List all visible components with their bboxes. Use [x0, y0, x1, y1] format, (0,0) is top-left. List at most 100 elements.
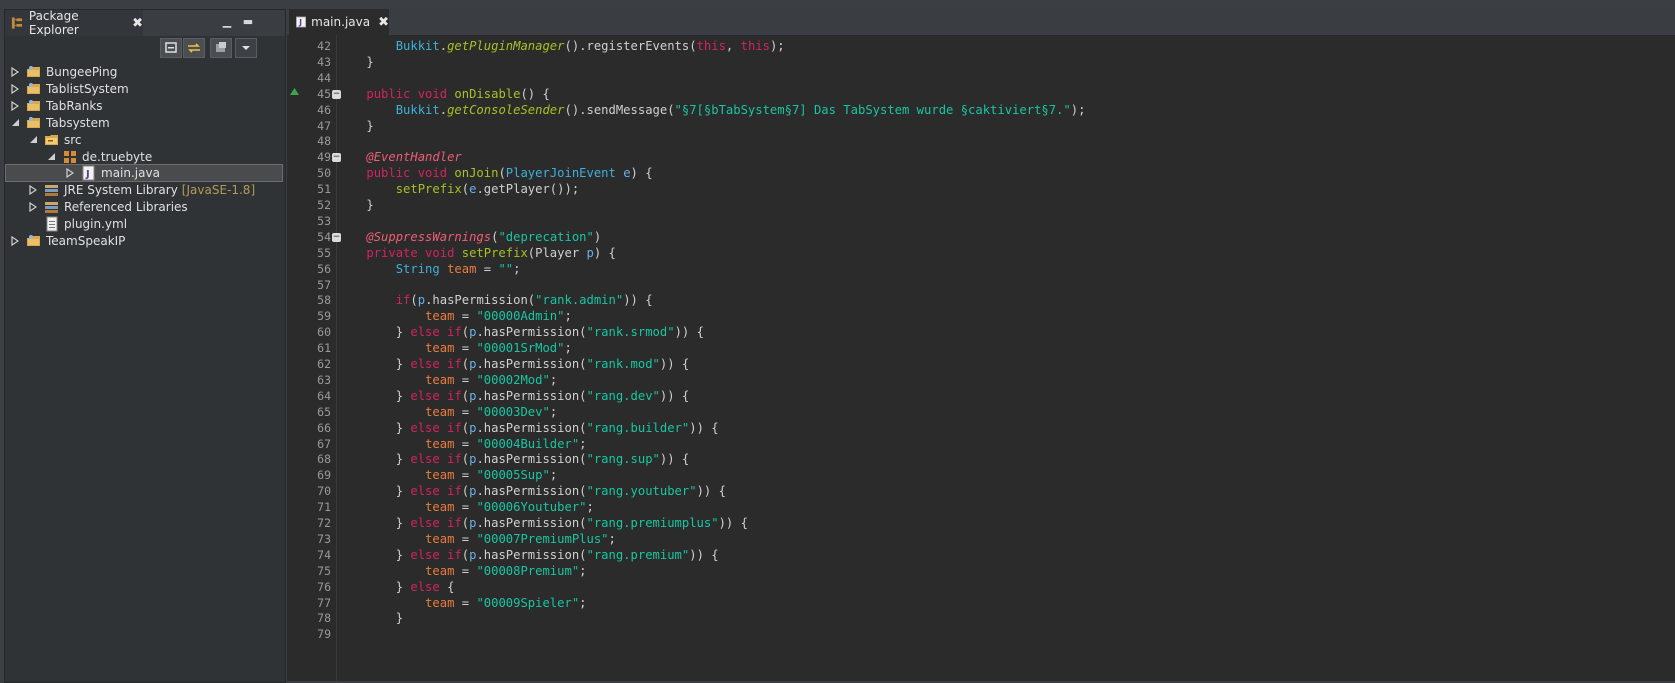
tree-item[interactable]: src — [5, 131, 306, 149]
expanded-arrow-icon[interactable] — [10, 118, 20, 128]
line-number: 64 — [317, 388, 331, 403]
line-number: 51 — [317, 182, 331, 197]
tab-main-java[interactable]: J main.java ✖ — [289, 9, 389, 35]
code-line: } else if(p.hasPermission("rang.premiump… — [337, 516, 748, 530]
line-number: 45 — [317, 86, 331, 101]
code-line: } else if(p.hasPermission("rang.premium"… — [337, 547, 719, 562]
project-icon — [26, 115, 46, 131]
code-line: team = "00004Builder"; — [425, 436, 587, 451]
tree-item[interactable]: TabRanks — [5, 97, 288, 115]
tree-item[interactable]: TeamSpeakIP — [5, 232, 288, 250]
line-number: 43 — [317, 54, 331, 69]
line-number: 59 — [317, 309, 331, 324]
expanded-arrow-icon[interactable] — [28, 135, 38, 145]
line-number: 72 — [317, 516, 331, 530]
chevron-down-icon — [242, 46, 250, 50]
code-line: } else { — [337, 579, 455, 594]
editor-tabbar: J main.java ✖ — [287, 9, 1675, 35]
code-line: team = "00001SrMod"; — [425, 341, 572, 356]
code-line: team = "00008Premium"; — [425, 563, 587, 578]
package-explorer-view: Package Explorer ✖ ▁ ▬ BungeePing Tablist… — [4, 9, 286, 683]
tree-item-label: BungeePing — [46, 65, 118, 79]
tab-label: Package Explorer — [28, 9, 79, 37]
line-number: 77 — [317, 595, 331, 610]
maximize-icon[interactable]: ▬ — [241, 15, 255, 29]
code-line: if(p.hasPermission("rank.admin")) { — [395, 293, 653, 308]
line-number: 79 — [317, 627, 331, 642]
code-line: Bukkit.getConsoleSender().sendMessage("§… — [395, 102, 1086, 117]
collapsed-arrow-icon[interactable] — [28, 185, 38, 196]
line-number: 52 — [317, 198, 331, 212]
line-number: 55 — [317, 245, 331, 260]
line-number: 49 — [317, 150, 331, 165]
tree-item-label: TeamSpeakIP — [46, 234, 126, 248]
line-number: 63 — [317, 372, 331, 387]
tree-item[interactable]: de.truebyte — [5, 148, 324, 166]
line-number: 47 — [317, 118, 331, 133]
tree-item[interactable]: Jmain.java — [5, 164, 283, 183]
line-number: 62 — [317, 357, 331, 371]
explorer-tabbar: Package Explorer ✖ ▁ ▬ — [5, 9, 285, 37]
line-number: 56 — [317, 261, 331, 276]
code-line: } else if(p.hasPermission("rang.sup")) { — [337, 452, 690, 467]
collapsed-arrow-icon[interactable] — [10, 67, 20, 77]
tree-item[interactable]: TablistSystem — [5, 80, 288, 98]
code-line: team = "00007PremiumPlus"; — [425, 531, 616, 546]
line-number: 57 — [317, 277, 331, 292]
code-line: String team = ""; — [395, 261, 521, 276]
line-number: 61 — [317, 341, 331, 356]
tree-item-label: de.truebyte — [82, 149, 153, 164]
tab-package-explorer[interactable]: Package Explorer ✖ — [5, 9, 143, 37]
tree-item[interactable]: plugin.yml — [5, 215, 306, 233]
code-area[interactable]: Bukkit.getPluginManager().registerEvents… — [337, 35, 1675, 681]
java-icon: J — [81, 165, 101, 181]
line-number: 74 — [317, 547, 331, 562]
code-line: public void onJoin(PlayerJoinEvent e) { — [366, 166, 653, 181]
tree-item[interactable]: Tabsystem — [5, 114, 288, 132]
collapsed-arrow-icon[interactable] — [28, 202, 38, 213]
code-line: team = "00006Youtuber"; — [425, 500, 594, 515]
line-number: 60 — [317, 325, 331, 340]
tree-item-label: Tabsystem — [46, 115, 110, 130]
tree-item-label: JRE System Library — [64, 183, 178, 198]
code-line: } — [337, 118, 374, 133]
library-icon — [44, 199, 64, 215]
line-number: 73 — [317, 531, 331, 546]
tree-item-label: Referenced Libraries — [64, 200, 188, 215]
line-number: 42 — [317, 39, 331, 53]
expanded-arrow-icon[interactable] — [46, 152, 56, 162]
code-line: } else if(p.hasPermission("rang.builder"… — [337, 420, 719, 435]
code-line: team = "00005Sup"; — [425, 468, 558, 483]
collapsed-arrow-icon[interactable] — [10, 83, 20, 94]
minimize-icon[interactable]: ▁ — [220, 15, 234, 29]
annotation-ruler — [287, 35, 300, 681]
tree-item[interactable]: BungeePing — [5, 63, 288, 81]
tree-item[interactable]: JRE System Library [JavaSE-1.8] — [5, 181, 306, 199]
line-number: 50 — [317, 166, 331, 181]
collapse-all-button[interactable] — [160, 38, 182, 58]
line-number: 68 — [317, 452, 331, 467]
code-line: @EventHandler — [366, 150, 462, 165]
code-line: Bukkit.getPluginManager().registerEvents… — [395, 39, 785, 53]
code-line: private void setPrefix(Player p) { — [366, 245, 616, 260]
close-icon[interactable]: ✖ — [132, 16, 143, 31]
line-number: 58 — [317, 293, 331, 308]
code-line: } — [337, 611, 404, 626]
code-line: } — [337, 54, 374, 69]
tree-item[interactable]: Referenced Libraries — [5, 198, 306, 216]
collapsed-arrow-icon[interactable] — [10, 100, 20, 111]
link-with-editor-button[interactable] — [183, 38, 205, 58]
collapsed-arrow-icon[interactable] — [65, 168, 75, 179]
line-number: 44 — [317, 70, 331, 85]
code-line: team = "00002Mod"; — [425, 372, 558, 387]
collapsed-arrow-icon[interactable] — [10, 236, 20, 246]
line-number-gutter: 42 43 44 45−46 47 48 49−50 51 52 53 54−55 56 57 58 59 6… — [300, 35, 341, 681]
line-number: 75 — [317, 563, 331, 578]
folder-icon — [44, 132, 64, 148]
view-menu-button[interactable] — [235, 38, 257, 58]
tree-item-label: TabRanks — [46, 98, 103, 113]
code-line: } else if(p.hasPermission("rang.youtuber… — [337, 484, 726, 499]
close-icon[interactable]: ✖ — [378, 15, 389, 30]
focus-button[interactable] — [210, 38, 232, 58]
